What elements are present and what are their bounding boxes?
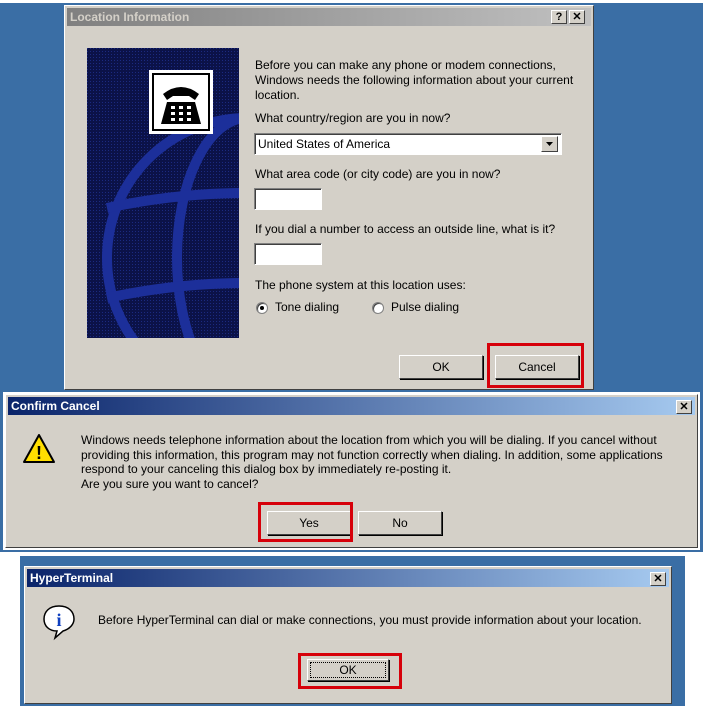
- intro-text: Before you can make any phone or modem c…: [255, 58, 574, 102]
- dialog-title: Location Information: [70, 10, 190, 24]
- telephone-icon: [149, 70, 213, 134]
- cancel-highlight-box: [487, 343, 584, 388]
- chevron-down-icon[interactable]: [541, 136, 558, 152]
- warning-icon: !: [22, 433, 56, 465]
- hyperterminal-title-bar: HyperTerminal: [27, 569, 669, 587]
- phone-system-label: The phone system at this location uses:: [255, 278, 466, 292]
- location-information-dialog: Location Information ? ✕ Before you can …: [64, 5, 594, 390]
- yes-highlight-box: [258, 502, 353, 542]
- hyperterminal-close-button[interactable]: ✕: [650, 572, 666, 586]
- confirm-close-button[interactable]: ✕: [676, 400, 692, 414]
- ok-button[interactable]: OK: [399, 355, 483, 379]
- outside-line-input[interactable]: [254, 243, 322, 265]
- confirm-title-bar: Confirm Cancel: [8, 397, 695, 415]
- no-button[interactable]: No: [358, 511, 442, 535]
- hyperterminal-message: Before HyperTerminal can dial or make co…: [98, 613, 642, 627]
- hyperterminal-title: HyperTerminal: [30, 571, 114, 585]
- area-code-label: What area code (or city code) are you in…: [255, 167, 501, 181]
- svg-text:!: !: [36, 443, 42, 463]
- confirm-message-line: providing this information, this program…: [81, 447, 663, 462]
- pulse-dialing-radio[interactable]: [372, 302, 384, 314]
- top-border: [0, 0, 703, 3]
- tone-dialing-label[interactable]: Tone dialing: [275, 300, 339, 314]
- svg-text:i: i: [56, 610, 61, 630]
- location-banner-image: [87, 48, 239, 338]
- tone-dialing-radio[interactable]: [256, 302, 268, 314]
- pulse-dialing-label[interactable]: Pulse dialing: [391, 300, 459, 314]
- country-select-value: United States of America: [258, 137, 391, 151]
- close-button[interactable]: ✕: [569, 10, 585, 24]
- country-select[interactable]: United States of America: [254, 133, 562, 155]
- outside-line-label: If you dial a number to access an outsid…: [255, 222, 556, 236]
- country-label: What country/region are you in now?: [255, 111, 451, 125]
- confirm-message-line: Windows needs telephone information abou…: [81, 433, 657, 447]
- confirm-title: Confirm Cancel: [11, 399, 100, 413]
- info-icon: i: [41, 603, 77, 641]
- help-button[interactable]: ?: [551, 10, 567, 24]
- dialog-title-bar: Location Information: [67, 8, 591, 26]
- confirm-message-line: Are you sure you want to cancel?: [81, 476, 259, 491]
- confirm-message-line: respond to your canceling this dialog bo…: [81, 462, 452, 476]
- ok-highlight-box: [298, 653, 402, 689]
- confirm-message: Windows needs telephone information abou…: [81, 433, 663, 491]
- area-code-input[interactable]: [254, 188, 322, 210]
